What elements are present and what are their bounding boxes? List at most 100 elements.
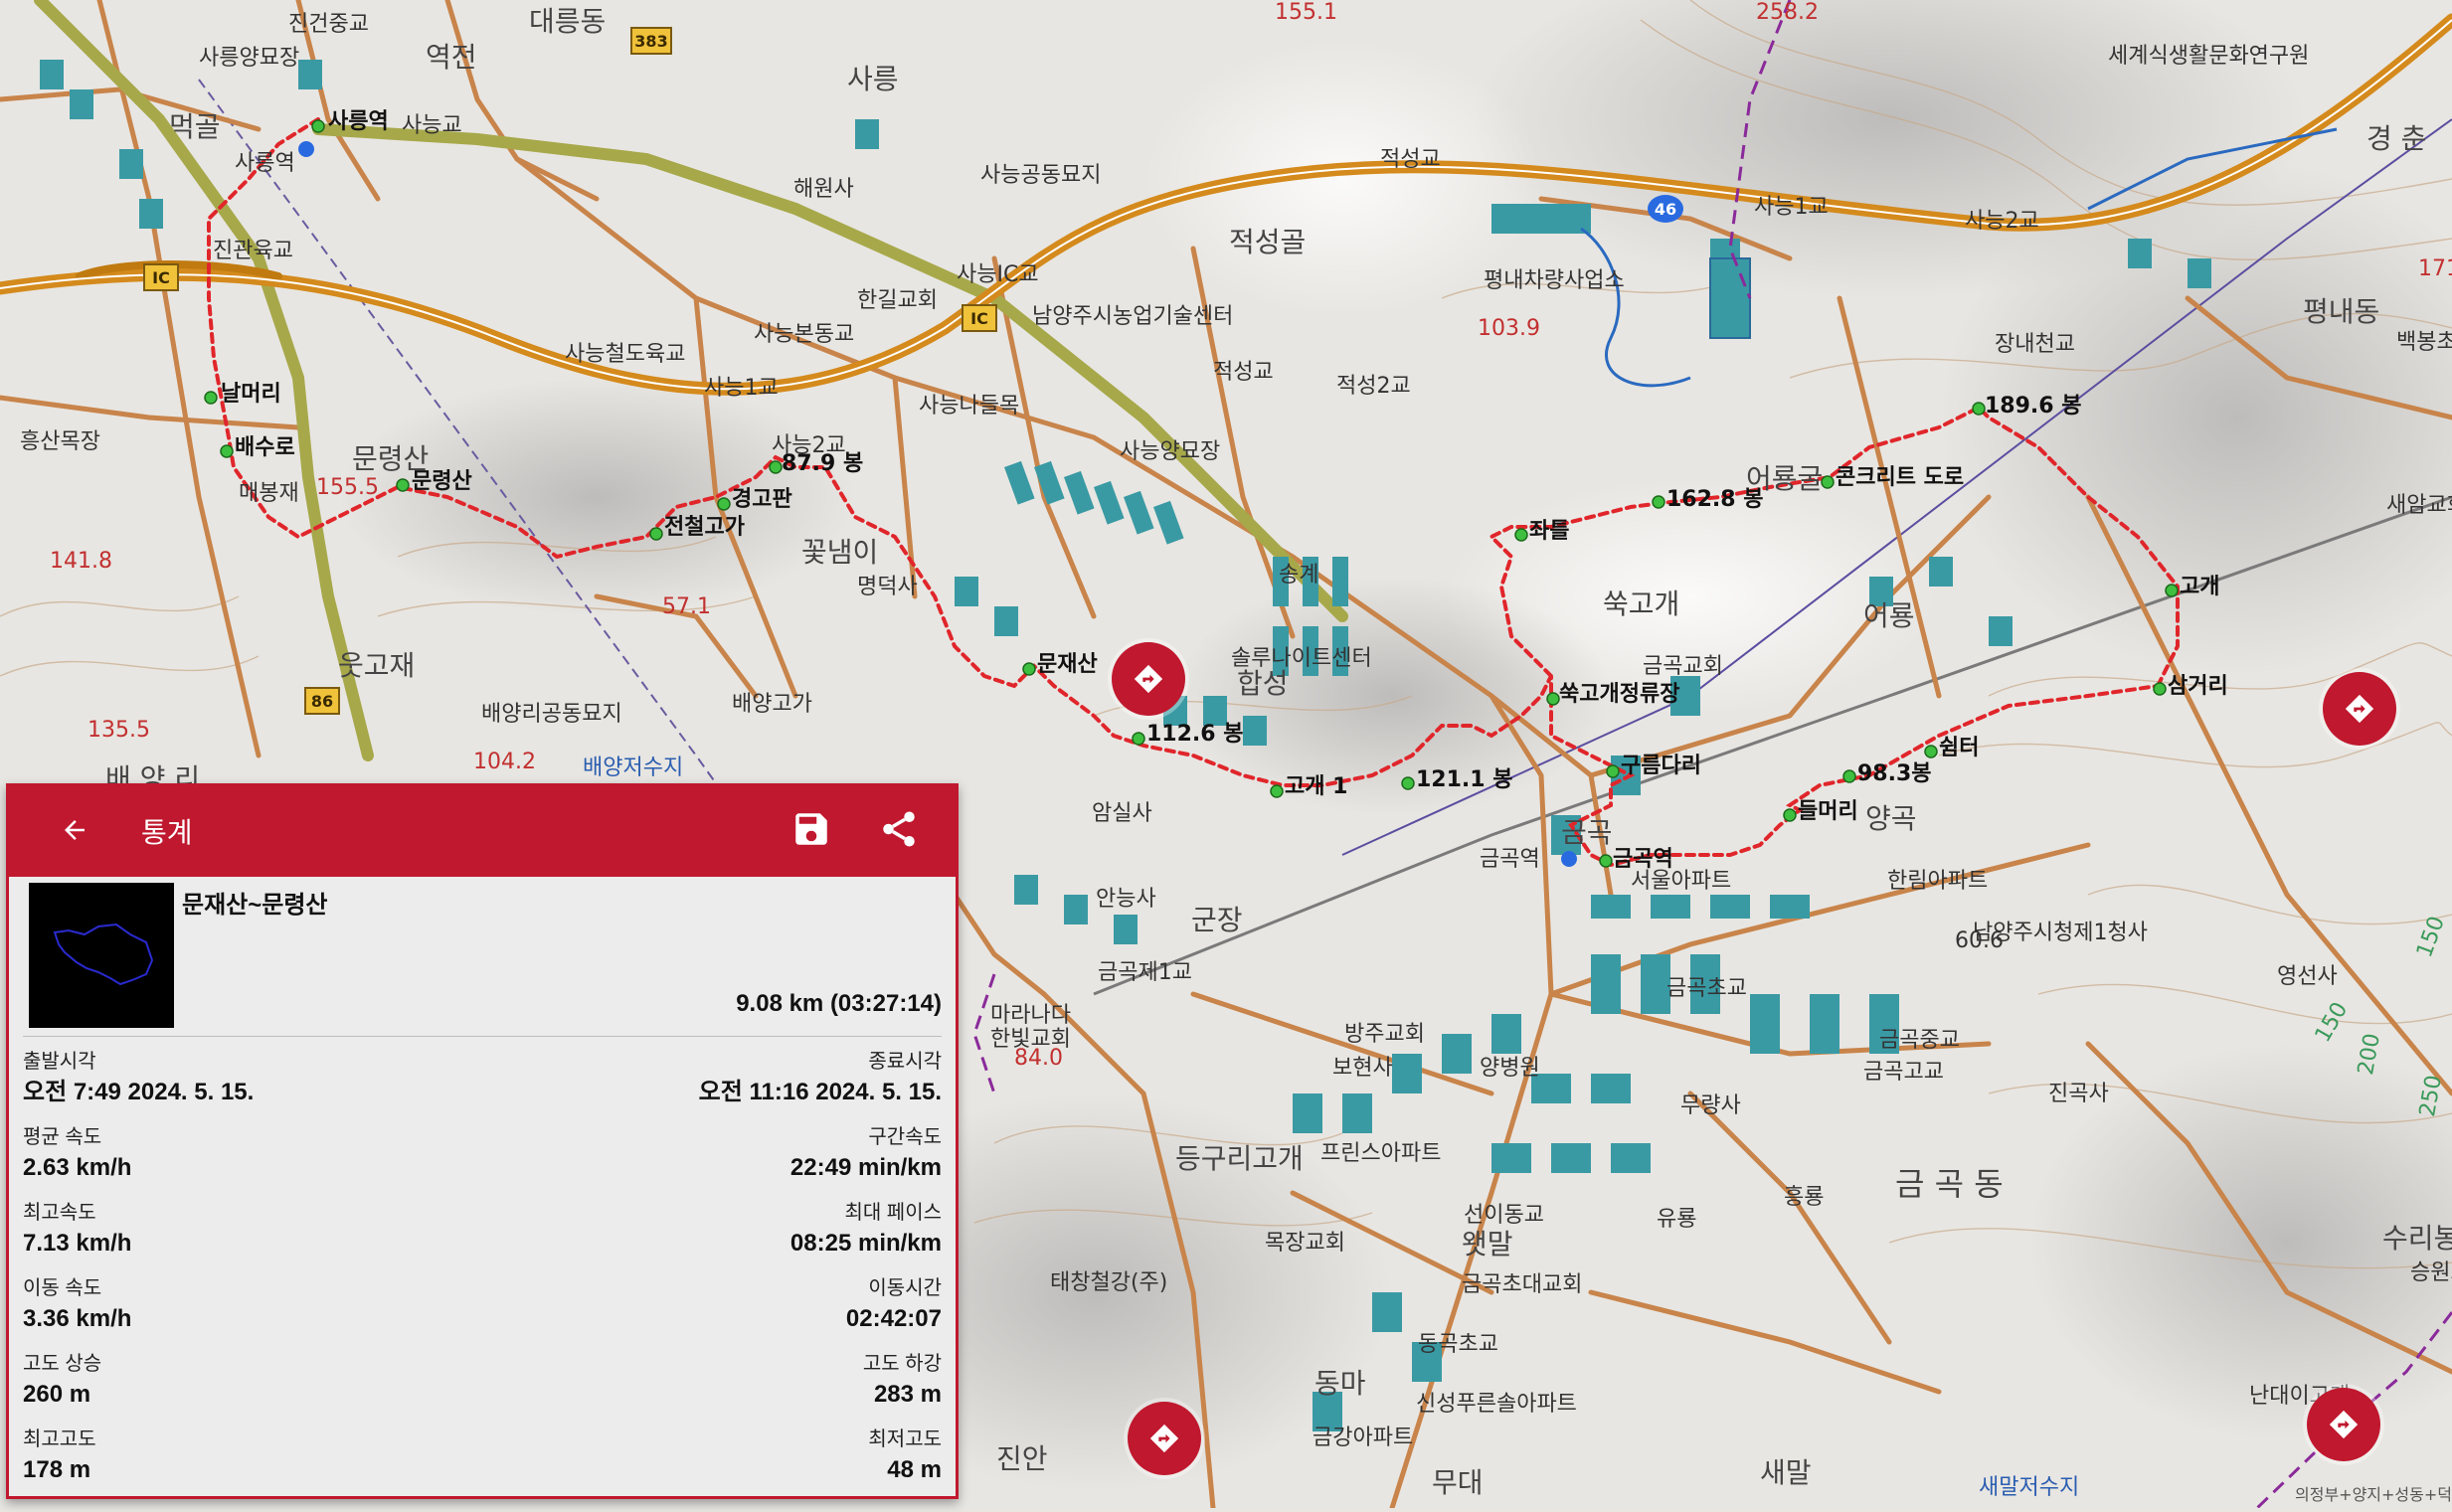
elevation-label: 135.5: [88, 718, 150, 743]
ic-badge-2: IC: [970, 309, 988, 328]
place-label: 송계: [1279, 563, 1319, 588]
waypoint-label[interactable]: 121.1 봉: [1416, 761, 1513, 793]
place-label: 목장교회: [1265, 1231, 1345, 1256]
place-label: 금곡중교: [1879, 1028, 1960, 1053]
elevation-label: 258.2: [1756, 0, 1819, 25]
place-label: 사능2교: [772, 433, 846, 458]
stat-label: 이동시간: [868, 1277, 942, 1299]
navigate-button[interactable]: [2323, 672, 2396, 746]
place-label: 진안: [996, 1442, 1048, 1475]
stat-row-elevation-range: 최고고도 178 m 최저고도 48 m: [23, 1426, 942, 1501]
elevation-label: 103.9: [1478, 316, 1540, 341]
navigation-icon: [1149, 1424, 1179, 1453]
waypoint-label[interactable]: 고개: [2180, 569, 2219, 600]
stat-label: 고도 상승: [23, 1353, 102, 1375]
back-button[interactable]: [50, 805, 99, 855]
place-label: 배양고가: [732, 692, 812, 717]
place-label: 금 곡 동: [1895, 1165, 2004, 1203]
place-label: 동곡초교: [1418, 1332, 1498, 1357]
place-label: 사능나들목: [919, 394, 1020, 419]
stat-value: 오전 7:49 2024. 5. 15.: [23, 1079, 255, 1105]
place-label: 암실사: [1092, 801, 1152, 826]
place-label: 평내차량사업소: [1484, 268, 1625, 293]
navigate-button[interactable]: [2307, 1388, 2380, 1461]
waypoint-label[interactable]: 112.6 봉: [1146, 716, 1244, 748]
waypoint-label[interactable]: 삼거리: [2168, 668, 2228, 700]
waypoint-label[interactable]: 쉼터: [1939, 730, 1979, 761]
place-label: 명덕사: [857, 575, 918, 599]
place-label: 적성골: [1229, 226, 1307, 258]
stat-label: 구간속도: [868, 1126, 942, 1148]
stat-label: 이동 속도: [23, 1277, 102, 1299]
place-label: 진관육교: [213, 239, 293, 263]
elevation-label: 141.8: [50, 549, 112, 574]
place-label: 적성교: [1213, 360, 1274, 385]
place-label: 승원초교: [2410, 1260, 2452, 1285]
place-label: 진곡사: [2048, 1082, 2109, 1106]
stat-label: 고도 하강: [862, 1353, 942, 1375]
waypoint-label[interactable]: 사릉역: [328, 103, 389, 135]
place-label: 역전: [426, 41, 477, 74]
stat-row-elevation-change: 고도 상승 260 m 고도 하강 283 m: [23, 1350, 942, 1426]
place-label: 진건중교: [288, 12, 369, 37]
place-label: 사릉: [847, 63, 899, 95]
waypoint-label[interactable]: 경고판: [732, 481, 792, 513]
save-button[interactable]: [786, 803, 837, 855]
waypoint-label[interactable]: 189.6 봉: [1985, 388, 2082, 420]
waypoint-label[interactable]: 쑥고개정류장: [1559, 676, 1679, 708]
place-label: 수리봉: [2382, 1222, 2452, 1255]
place-label: 어룡굴: [1746, 462, 1824, 495]
place-label: 합성: [1237, 667, 1289, 700]
stat-row-time: 출발시각 오전 7:49 2024. 5. 15. 종료시각 오전 11:16 …: [23, 1048, 942, 1123]
elevation-label: 57.1: [662, 594, 711, 619]
place-label: 쑥고개: [1603, 588, 1680, 620]
stat-row-speed: 평균 속도 2.63 km/h 구간속도 22:49 min/km: [23, 1123, 942, 1199]
stat-value: 7.13 km/h: [23, 1230, 132, 1257]
place-label: 사능양묘장: [1120, 439, 1221, 464]
stat-value: 08:25 min/km: [789, 1230, 942, 1257]
waypoint-label[interactable]: 들머리: [1798, 793, 1858, 825]
stat-value: 2.63 km/h: [23, 1154, 132, 1181]
navigate-button[interactable]: [1112, 642, 1185, 716]
place-label: 금곡제1교: [1098, 960, 1192, 985]
place-label: 사릉양묘장: [199, 46, 300, 71]
place-label: 한림아파트: [1887, 869, 1989, 894]
navigation-icon: [2345, 694, 2374, 724]
place-label: 흥룡: [1784, 1185, 1825, 1210]
road-46-badge: 46: [1655, 200, 1676, 219]
place-label: 해원사: [793, 177, 854, 202]
waypoint-label[interactable]: 고개 1: [1285, 768, 1347, 800]
share-button[interactable]: [873, 803, 925, 855]
track-thumbnail[interactable]: [29, 883, 174, 1028]
place-label: 새암교회: [2386, 493, 2452, 518]
place-label: 평내동: [2303, 295, 2380, 328]
waypoint-label[interactable]: 콘크리트 도로: [1836, 459, 1964, 491]
place-label: 웃고재: [338, 649, 416, 682]
waypoint-label[interactable]: 전철고가: [664, 509, 745, 541]
navigate-button[interactable]: [1128, 1402, 1201, 1475]
place-label: 등구리고개: [1175, 1142, 1304, 1175]
waypoint-label[interactable]: 좌틀: [1529, 513, 1569, 545]
waypoint-label[interactable]: 문재산: [1037, 646, 1098, 678]
place-label: 보현사: [1332, 1056, 1393, 1081]
waypoint-label[interactable]: 구름다리: [1621, 748, 1701, 779]
navigation-icon: [2329, 1410, 2359, 1439]
track-preview-image: [53, 923, 154, 986]
place-label: 남양주시농업기술센터: [1032, 304, 1234, 329]
stat-label: 평균 속도: [23, 1126, 102, 1148]
waypoint-label[interactable]: 배수로: [235, 429, 295, 461]
place-label: 꽃냄이: [801, 536, 879, 569]
place-label: 유룡: [1657, 1207, 1697, 1232]
place-label: 사능2교: [1965, 209, 2039, 234]
place-label: 세계식생활문화연구원: [2108, 44, 2310, 69]
place-label: 금곡역: [1480, 847, 1540, 872]
place-label: 금곡교회: [1643, 654, 1723, 679]
road-383-badge: 383: [634, 32, 667, 51]
place-label: 사능1교: [704, 376, 779, 401]
place-label: 매봉재: [239, 481, 299, 506]
stat-value: 3.36 km/h: [23, 1305, 132, 1332]
place-label: 사능1교: [1754, 195, 1829, 220]
waypoint-label[interactable]: 날머리: [221, 376, 281, 408]
place-label: 금곡고교: [1863, 1060, 1944, 1085]
waypoint-label[interactable]: 98.3봉: [1857, 756, 1932, 787]
